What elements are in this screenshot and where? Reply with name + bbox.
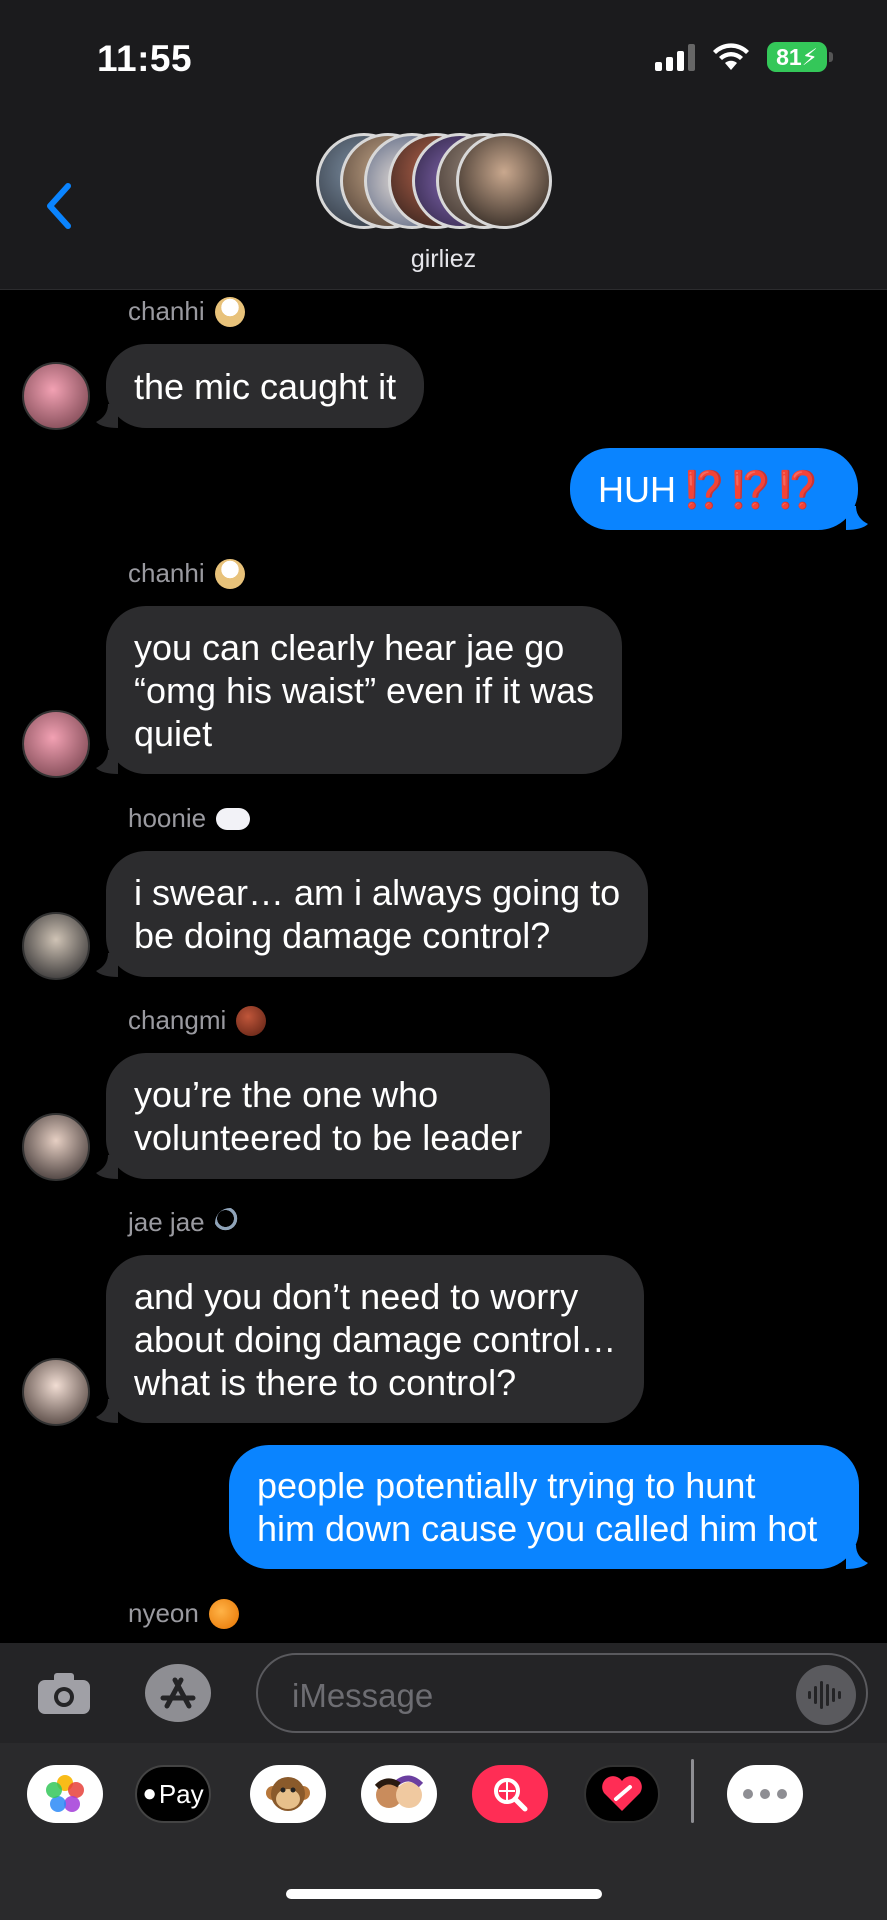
memoji-icon (374, 1775, 424, 1808)
search-images-button[interactable] (472, 1765, 548, 1823)
sender-name: jae jae (128, 1207, 245, 1238)
avatar[interactable] (22, 362, 90, 430)
message-text: the mic caught it (134, 365, 397, 407)
cupcake-icon (214, 558, 245, 589)
bubble-tail (96, 953, 118, 977)
sender-label: chanhi (128, 296, 205, 326)
back-button[interactable] (38, 178, 78, 234)
apple-pay-button[interactable]: ● Pay (135, 1765, 211, 1823)
chevron-left-icon (47, 183, 71, 229)
home-indicator[interactable] (286, 1889, 602, 1899)
message-line: volunteered to be leader (134, 1117, 523, 1158)
message-input-placeholder: iMessage (292, 1677, 434, 1714)
digital-touch-button[interactable] (584, 1765, 660, 1823)
bubble-tail (96, 1155, 118, 1179)
group-name[interactable]: girliez (0, 245, 887, 274)
bubbles-icon (214, 1207, 245, 1238)
search-globe-icon (494, 1778, 528, 1812)
message-bubble[interactable]: you can clearly hear jae go “omg his wai… (106, 606, 623, 774)
app-store-icon (145, 1664, 211, 1722)
member-avatar (456, 133, 552, 229)
camera-icon (38, 1673, 90, 1714)
bubble-tail (96, 1399, 118, 1423)
message-text: HUH (598, 468, 676, 510)
avatar[interactable] (22, 912, 90, 980)
message-line: what is there to control? (134, 1361, 517, 1403)
avatar[interactable] (22, 1113, 90, 1181)
sender-name: hoonie (128, 803, 251, 834)
message-line: you can clearly hear jae go (134, 626, 565, 668)
message-line: i swear… am i always going to (134, 872, 621, 913)
memoji-stickers-button[interactable] (361, 1765, 437, 1823)
cupcake-icon (214, 296, 245, 327)
conversation-header: 11:55 81 ⚡ girliez (0, 0, 887, 290)
message-bubble[interactable]: people potentially trying to hunt him do… (229, 1445, 859, 1569)
battery-level: 81 (776, 43, 802, 70)
bubble-tail (96, 404, 118, 428)
message-bubble[interactable]: i swear… am i always going to be doing d… (106, 851, 649, 977)
message-bubble[interactable]: HUH ⁉️⁉️⁉️ (570, 448, 858, 530)
bubble-tail (846, 506, 868, 530)
camera-button[interactable] (32, 1665, 96, 1721)
message-line: people potentially trying to hunt (257, 1465, 756, 1506)
sender-label: hoonie (128, 803, 207, 833)
message-bubble[interactable]: you’re the one who volunteered to be lea… (106, 1053, 551, 1179)
heart-icon (602, 1776, 642, 1811)
interrobang-marks: ⁉️⁉️⁉️ (682, 468, 823, 510)
sender-label: changmi (128, 1005, 227, 1035)
apple-logo-icon: ● (142, 1780, 157, 1807)
photos-icon (46, 1775, 84, 1812)
message-line: him down cause you called him hot (257, 1508, 818, 1549)
avatar[interactable] (22, 1358, 90, 1426)
battery-icon: 81 ⚡ (767, 42, 833, 72)
status-icons: 81 ⚡ (655, 42, 833, 72)
sender-name: nyeon (128, 1598, 239, 1629)
orange-icon (208, 1598, 239, 1629)
message-bubble[interactable]: the mic caught it (106, 344, 425, 428)
message-line: “omg his waist” even if it was (134, 669, 595, 711)
avatar[interactable] (22, 710, 90, 778)
message-input[interactable]: iMessage (256, 1653, 868, 1733)
chestnut-icon (236, 1005, 267, 1036)
status-time: 11:55 (97, 38, 193, 79)
sender-label: jae jae (128, 1207, 205, 1237)
message-line: you’re the one who (134, 1074, 439, 1115)
audio-record-button[interactable] (796, 1665, 856, 1725)
message-line: about doing damage control… (134, 1318, 617, 1360)
photos-app-button[interactable] (27, 1765, 103, 1823)
message-line: be doing damage control? (134, 915, 551, 956)
sender-name: chanhi (128, 558, 245, 589)
app-store-button[interactable] (143, 1662, 213, 1724)
message-line: and you don’t need to worry (134, 1275, 579, 1317)
bubble-tail (96, 750, 118, 774)
sender-name: changmi (128, 1005, 267, 1036)
cellular-signal-icon (655, 43, 695, 71)
sender-label: nyeon (128, 1598, 199, 1628)
tray-divider (691, 1759, 694, 1823)
group-avatars[interactable] (316, 133, 572, 229)
compose-bar: iMessage (0, 1643, 887, 1743)
message-bubble[interactable]: and you don’t need to worry about doing … (106, 1255, 645, 1423)
animoji-app-button[interactable] (250, 1765, 326, 1823)
message-line: quiet (134, 712, 213, 754)
ellipsis-icon (743, 1789, 787, 1799)
apple-pay-label: Pay (158, 1778, 204, 1809)
waveform-icon (808, 1681, 841, 1709)
cloud-icon (216, 807, 251, 830)
monkey-icon (266, 1777, 310, 1811)
wifi-icon (713, 43, 749, 71)
bubble-tail (846, 1545, 868, 1569)
sender-label: chanhi (128, 558, 205, 588)
sender-name: chanhi (128, 296, 245, 327)
more-apps-button[interactable] (727, 1765, 803, 1823)
